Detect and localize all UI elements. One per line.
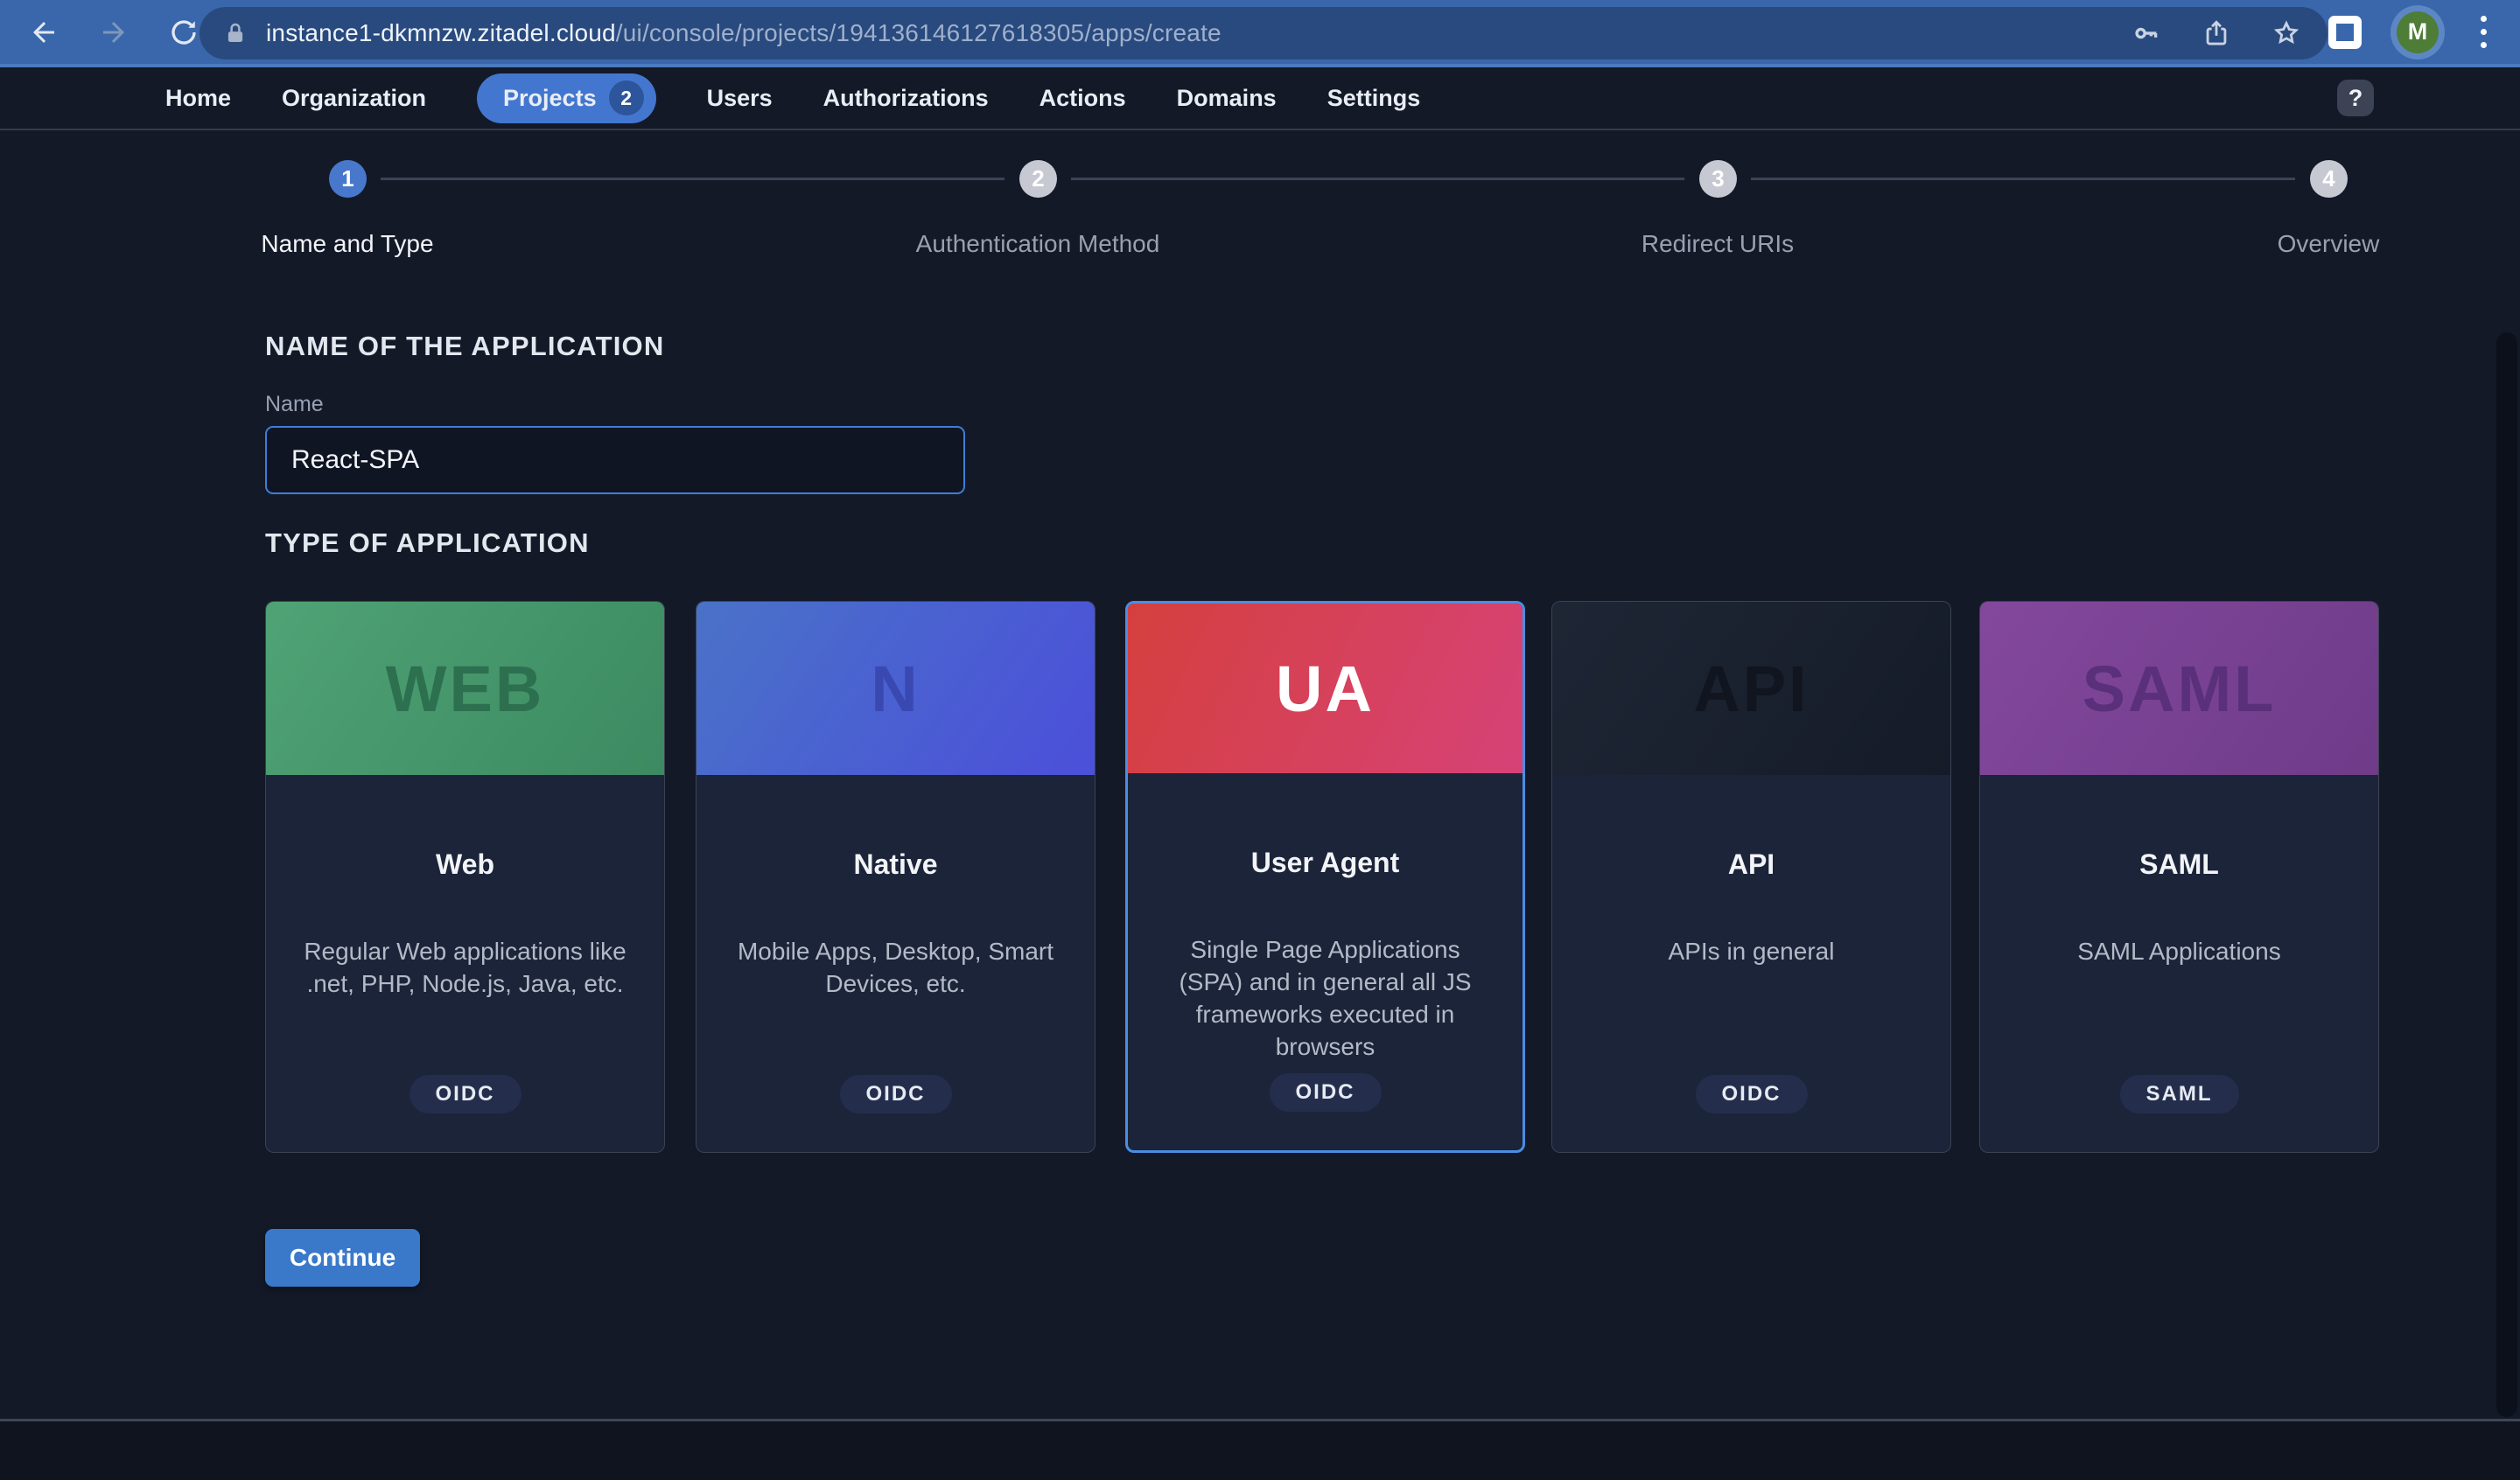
card-protocol-badge: OIDC	[1696, 1075, 1808, 1113]
card-header-saml: SAML	[1980, 602, 2378, 775]
step-1-circle[interactable]: 1	[329, 160, 367, 198]
browser-toolbar: instance1-dkmnzw.zitadel.cloud/ui/consol…	[0, 0, 2520, 67]
step-2-circle[interactable]: 2	[1019, 160, 1057, 198]
step-4-label[interactable]: Overview	[2278, 230, 2380, 258]
step-connector	[1751, 178, 2295, 180]
side-panel-icon[interactable]	[2328, 16, 2362, 49]
card-header-api: API	[1552, 602, 1950, 775]
card-title: User Agent	[1251, 847, 1400, 879]
reload-icon	[168, 17, 200, 48]
forward-arrow-icon	[98, 17, 130, 48]
profile-avatar[interactable]: M	[2397, 11, 2439, 53]
card-title: Native	[853, 848, 937, 881]
nav-item-settings[interactable]: Settings	[1327, 85, 1421, 112]
card-header-web: WEB	[266, 602, 664, 775]
share-icon[interactable]	[2202, 18, 2231, 48]
card-title: SAML	[2139, 848, 2219, 881]
card-protocol-badge: OIDC	[1270, 1073, 1382, 1112]
nav-item-users[interactable]: Users	[707, 85, 773, 112]
step-connector	[381, 178, 1004, 180]
name-field-label: Name	[265, 392, 324, 417]
back-arrow-icon	[28, 17, 60, 48]
card-protocol-badge: OIDC	[840, 1075, 952, 1113]
app-type-card-saml[interactable]: SAML SAML SAML Applications SAML	[1979, 601, 2379, 1153]
overflow-menu-icon[interactable]	[2474, 16, 2494, 48]
card-description: Mobile Apps, Desktop, Smart Devices, etc…	[728, 935, 1063, 1000]
card-description: Single Page Applications (SPA) and in ge…	[1159, 933, 1491, 1063]
back-button[interactable]	[26, 15, 61, 50]
help-button[interactable]: ?	[2337, 80, 2374, 116]
name-input[interactable]	[265, 426, 965, 494]
app-type-card-web[interactable]: WEB Web Regular Web applications like .n…	[265, 601, 665, 1153]
url-host: instance1-dkmnzw.zitadel.cloud	[266, 19, 616, 46]
card-protocol-badge: SAML	[2120, 1075, 2239, 1113]
nav-item-organization[interactable]: Organization	[282, 85, 426, 112]
card-description: APIs in general	[1669, 935, 1835, 967]
card-protocol-badge: OIDC	[410, 1075, 522, 1113]
console-navbar: Home Organization Projects 2 Users Autho…	[0, 67, 2520, 130]
footer-strip	[0, 1421, 2520, 1480]
nav-item-authorizations[interactable]: Authorizations	[823, 85, 989, 112]
key-icon[interactable]	[2132, 18, 2161, 48]
url-bar[interactable]: instance1-dkmnzw.zitadel.cloud/ui/consol…	[200, 7, 2328, 59]
section-title-type: TYPE OF APPLICATION	[265, 527, 590, 559]
card-header-native: N	[696, 602, 1095, 775]
card-description: Regular Web applications like .net, PHP,…	[298, 935, 633, 1000]
bookmark-star-icon[interactable]	[2272, 18, 2301, 48]
step-4-circle[interactable]: 4	[2310, 160, 2348, 198]
nav-item-actions[interactable]: Actions	[1040, 85, 1126, 112]
avatar-letter: M	[2408, 18, 2428, 45]
projects-count-badge: 2	[609, 80, 644, 115]
nav-item-projects[interactable]: Projects 2	[477, 73, 656, 123]
step-2-label[interactable]: Authentication Method	[916, 230, 1160, 258]
continue-button[interactable]: Continue	[265, 1229, 420, 1287]
step-connector	[1071, 178, 1684, 180]
url-text: instance1-dkmnzw.zitadel.cloud/ui/consol…	[266, 19, 1222, 47]
app-type-card-user-agent[interactable]: UA User Agent Single Page Applications (…	[1125, 601, 1525, 1153]
app-type-card-native[interactable]: N Native Mobile Apps, Desktop, Smart Dev…	[696, 601, 1096, 1153]
url-path: /ui/console/projects/194136146127618305/…	[616, 19, 1222, 46]
nav-item-home[interactable]: Home	[165, 85, 231, 112]
card-header-user-agent: UA	[1128, 604, 1522, 773]
reload-button[interactable]	[166, 15, 201, 50]
step-1-label[interactable]: Name and Type	[261, 230, 433, 258]
step-3-circle[interactable]: 3	[1699, 160, 1737, 198]
section-title-name: NAME OF THE APPLICATION	[265, 331, 664, 362]
nav-item-domains[interactable]: Domains	[1177, 85, 1277, 112]
scrollbar-thumb[interactable]	[2496, 332, 2517, 1417]
card-title: API	[1728, 848, 1774, 881]
card-title: Web	[436, 848, 494, 881]
card-description: SAML Applications	[2077, 935, 2280, 967]
lock-icon[interactable]	[222, 20, 248, 46]
forward-button[interactable]	[96, 15, 131, 50]
app-type-card-api[interactable]: API API APIs in general OIDC	[1551, 601, 1951, 1153]
step-3-label[interactable]: Redirect URIs	[1642, 230, 1794, 258]
